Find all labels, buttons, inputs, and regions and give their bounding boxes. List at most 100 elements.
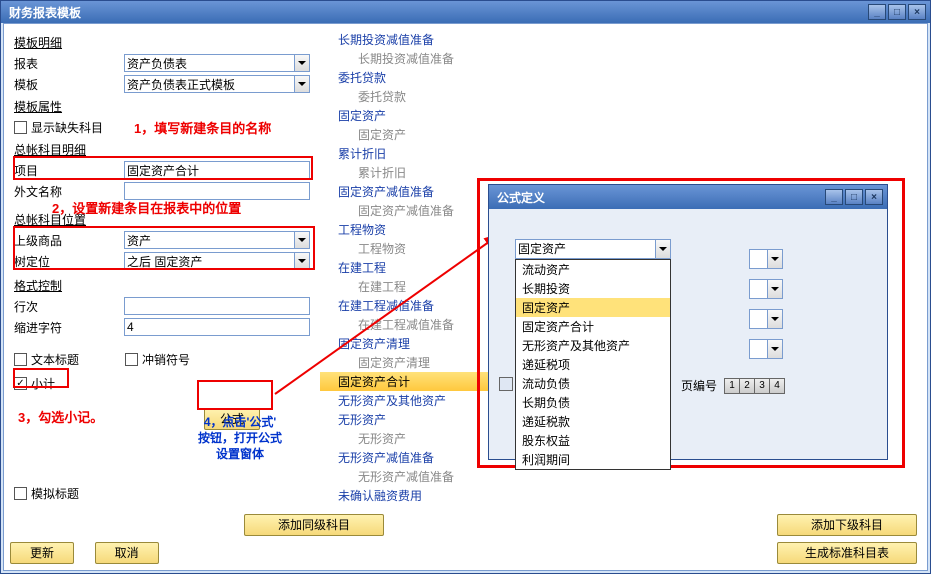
chevron-down-icon[interactable] bbox=[294, 252, 310, 270]
tree-item[interactable]: 无形资产减值准备 bbox=[320, 448, 515, 467]
formula-button[interactable]: 公式 bbox=[204, 408, 260, 430]
generate-standard-button[interactable]: 生成标准科目表 bbox=[777, 542, 917, 564]
chevron-down-icon[interactable] bbox=[767, 249, 783, 269]
report-combo[interactable]: 资产负债表 bbox=[124, 54, 310, 72]
tree-item[interactable]: 累计折旧 bbox=[320, 144, 515, 163]
show-missing-checkbox[interactable] bbox=[14, 121, 27, 134]
update-button[interactable]: 更新 bbox=[10, 542, 74, 564]
mock-title-checkbox[interactable] bbox=[14, 487, 27, 500]
row-rownum: 行次 bbox=[14, 296, 310, 316]
text-title-checkbox[interactable] bbox=[14, 353, 27, 366]
tree-item[interactable]: 累计折旧 bbox=[320, 163, 515, 182]
chevron-down-icon[interactable] bbox=[767, 309, 783, 329]
tree-item[interactable]: 未确认融资费用 bbox=[320, 486, 515, 504]
dropdown-option[interactable]: 流动负债 bbox=[516, 374, 670, 393]
indent-label: 缩进字符 bbox=[14, 319, 124, 336]
reverse-sign-label: 冲销符号 bbox=[142, 351, 190, 368]
tree-item[interactable]: 固定资产清理 bbox=[320, 353, 515, 372]
dialog-maximize-button[interactable]: □ bbox=[845, 189, 863, 205]
minimize-button[interactable]: _ bbox=[868, 4, 886, 20]
formula-item-combo[interactable]: 固定资产 bbox=[515, 239, 671, 259]
subtotal-checkbox[interactable] bbox=[14, 377, 27, 390]
dlg-sign2-row bbox=[749, 279, 783, 299]
page-3[interactable]: 3 bbox=[754, 378, 770, 394]
tree-item[interactable]: 固定资产合计 bbox=[320, 372, 515, 391]
sign-combo-4[interactable] bbox=[749, 339, 783, 359]
dropdown-option[interactable]: 递延税项 bbox=[516, 355, 670, 374]
rownum-input[interactable] bbox=[124, 297, 310, 315]
indent-input[interactable] bbox=[124, 318, 310, 336]
tree-item[interactable]: 在建工程减值准备 bbox=[320, 296, 515, 315]
tree-item[interactable]: 无形资产及其他资产 bbox=[320, 391, 515, 410]
page-toggle[interactable] bbox=[499, 377, 513, 391]
tree-item[interactable]: 固定资产 bbox=[320, 106, 515, 125]
sign-combo-3[interactable] bbox=[749, 309, 783, 329]
dropdown-option[interactable]: 固定资产 bbox=[516, 298, 670, 317]
dropdown-option[interactable]: 股东权益 bbox=[516, 431, 670, 450]
chevron-down-icon[interactable] bbox=[294, 75, 310, 93]
dropdown-option[interactable]: 固定资产合计 bbox=[516, 317, 670, 336]
sign-combo-1[interactable] bbox=[749, 249, 783, 269]
tree-item[interactable]: 委托贷款 bbox=[320, 68, 515, 87]
chevron-down-icon[interactable] bbox=[767, 279, 783, 299]
formula-item-dropdown[interactable]: 流动资产长期投资固定资产固定资产合计无形资产及其他资产递延税项流动负债长期负债递… bbox=[515, 259, 671, 470]
add-sub-level-button[interactable]: 添加下级科目 bbox=[777, 514, 917, 536]
dropdown-option[interactable]: 无形资产及其他资产 bbox=[516, 336, 670, 355]
cancel-button[interactable]: 取消 bbox=[95, 542, 159, 564]
window-title: 财务报表模板 bbox=[5, 4, 868, 21]
tree-item[interactable]: 在建工程 bbox=[320, 277, 515, 296]
dropdown-option[interactable]: 递延税款 bbox=[516, 412, 670, 431]
uplevel-value: 资产 bbox=[124, 231, 294, 249]
uplevel-label: 上级商品 bbox=[14, 232, 124, 249]
chevron-down-icon[interactable] bbox=[767, 339, 783, 359]
page-1[interactable]: 1 bbox=[724, 378, 740, 394]
tree-item[interactable]: 委托贷款 bbox=[320, 87, 515, 106]
foreign-label: 外文名称 bbox=[14, 183, 124, 200]
tree-item[interactable]: 无形资产 bbox=[320, 429, 515, 448]
tree-item[interactable]: 长期投资减值准备 bbox=[320, 49, 515, 68]
section-gl-pos: 总帐科目位置 bbox=[14, 211, 310, 228]
dropdown-option[interactable]: 流动资产 bbox=[516, 260, 670, 279]
dialog-body: 固定资产 页编号 1 2 3 4 流动资产长期投 bbox=[493, 209, 883, 455]
reverse-sign-checkbox[interactable] bbox=[125, 353, 138, 366]
page-2[interactable]: 2 bbox=[739, 378, 755, 394]
chevron-down-icon[interactable] bbox=[294, 231, 310, 249]
dropdown-option[interactable]: 长期负债 bbox=[516, 393, 670, 412]
tree-item[interactable]: 在建工程 bbox=[320, 258, 515, 277]
row-foreign: 外文名称 bbox=[14, 181, 310, 201]
mock-title-label: 模拟标题 bbox=[31, 485, 79, 502]
chevron-down-icon[interactable] bbox=[294, 54, 310, 72]
tree-item[interactable]: 固定资产减值准备 bbox=[320, 201, 515, 220]
tree-item[interactable]: 无形资产 bbox=[320, 410, 515, 429]
template-combo[interactable]: 资产负债表正式模板 bbox=[124, 75, 310, 93]
tree-item[interactable]: 固定资产减值准备 bbox=[320, 182, 515, 201]
tree-item[interactable]: 无形资产减值准备 bbox=[320, 467, 515, 486]
sign-combo-2[interactable] bbox=[749, 279, 783, 299]
dialog-close-button[interactable]: × bbox=[865, 189, 883, 205]
page-4[interactable]: 4 bbox=[769, 378, 785, 394]
bottom-bar: 添加同级科目 添加下级科目 更新 取消 生成标准科目表 bbox=[4, 510, 927, 570]
row-report: 报表 资产负债表 bbox=[14, 53, 310, 73]
item-label: 项目 bbox=[14, 162, 124, 179]
uplevel-combo[interactable]: 资产 bbox=[124, 231, 310, 249]
tree-item[interactable]: 工程物资 bbox=[320, 239, 515, 258]
tree-item[interactable]: 固定资产清理 bbox=[320, 334, 515, 353]
tree-item[interactable]: 固定资产 bbox=[320, 125, 515, 144]
tree-item[interactable]: 在建工程减值准备 bbox=[320, 315, 515, 334]
template-value: 资产负债表正式模板 bbox=[124, 75, 294, 93]
close-button[interactable]: × bbox=[908, 4, 926, 20]
rownum-label: 行次 bbox=[14, 298, 124, 315]
dropdown-option[interactable]: 长期投资 bbox=[516, 279, 670, 298]
account-tree[interactable]: 长期投资减值准备长期投资减值准备委托贷款委托贷款固定资产固定资产累计折旧累计折旧… bbox=[320, 30, 515, 504]
item-input[interactable] bbox=[124, 161, 310, 179]
tree-item[interactable]: 长期投资减值准备 bbox=[320, 30, 515, 49]
tree-item[interactable]: 工程物资 bbox=[320, 220, 515, 239]
chevron-down-icon[interactable] bbox=[655, 239, 671, 259]
foreign-input[interactable] bbox=[124, 182, 310, 200]
dialog-minimize-button[interactable]: _ bbox=[825, 189, 843, 205]
section-format: 格式控制 bbox=[14, 277, 310, 294]
maximize-button[interactable]: □ bbox=[888, 4, 906, 20]
add-same-level-button[interactable]: 添加同级科目 bbox=[244, 514, 384, 536]
treepos-combo[interactable]: 之后 固定资产 bbox=[124, 252, 310, 270]
dropdown-option[interactable]: 利润期间 bbox=[516, 450, 670, 469]
